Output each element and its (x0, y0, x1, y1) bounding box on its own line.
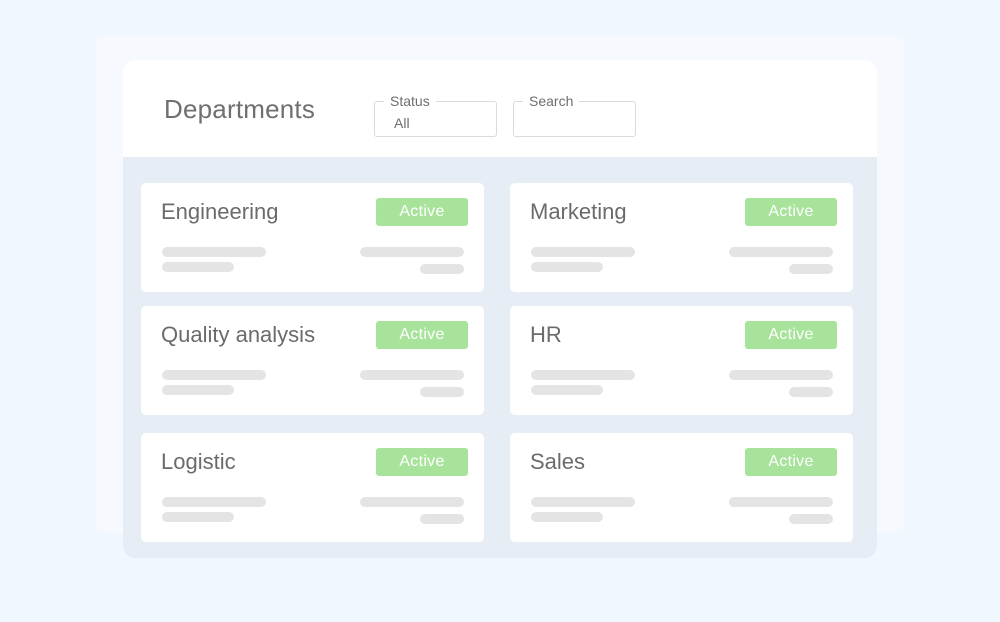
department-card[interactable]: Quality analysis Active (141, 306, 484, 415)
status-badge: Active (745, 321, 837, 349)
placeholder-line (789, 514, 833, 524)
department-card[interactable]: Logistic Active (141, 433, 484, 542)
department-name: Sales (530, 449, 586, 474)
placeholder-line (729, 370, 833, 380)
department-card-grid: Engineering Active Marketing Active Qual… (123, 60, 877, 558)
department-name: Logistic (161, 449, 236, 474)
status-badge: Active (376, 448, 468, 476)
placeholder-line (531, 385, 603, 395)
placeholder-line (162, 385, 234, 395)
placeholder-line (531, 497, 635, 507)
department-card[interactable]: Engineering Active (141, 183, 484, 292)
department-name: Engineering (161, 199, 279, 224)
placeholder-line (360, 247, 464, 257)
status-badge: Active (376, 321, 468, 349)
placeholder-line (162, 262, 234, 272)
placeholder-line (420, 514, 464, 524)
placeholder-line (729, 497, 833, 507)
department-name: HR (530, 322, 562, 347)
placeholder-line (531, 247, 635, 257)
placeholder-line (789, 264, 833, 274)
placeholder-line (531, 512, 603, 522)
placeholder-line (162, 370, 266, 380)
placeholder-line (162, 247, 266, 257)
placeholder-line (360, 370, 464, 380)
status-badge: Active (745, 198, 837, 226)
placeholder-line (360, 497, 464, 507)
placeholder-line (729, 247, 833, 257)
department-card[interactable]: Marketing Active (510, 183, 853, 292)
department-name: Quality analysis (161, 322, 316, 347)
placeholder-line (531, 370, 635, 380)
status-badge: Active (745, 448, 837, 476)
placeholder-line (420, 387, 464, 397)
placeholder-line (420, 264, 464, 274)
placeholder-line (162, 512, 234, 522)
department-name: Marketing (530, 199, 627, 224)
placeholder-line (531, 262, 603, 272)
department-card[interactable]: HR Active (510, 306, 853, 415)
placeholder-line (162, 497, 266, 507)
departments-panel: Departments Status All Search Engineerin… (123, 60, 877, 558)
placeholder-line (789, 387, 833, 397)
department-card[interactable]: Sales Active (510, 433, 853, 542)
status-badge: Active (376, 198, 468, 226)
